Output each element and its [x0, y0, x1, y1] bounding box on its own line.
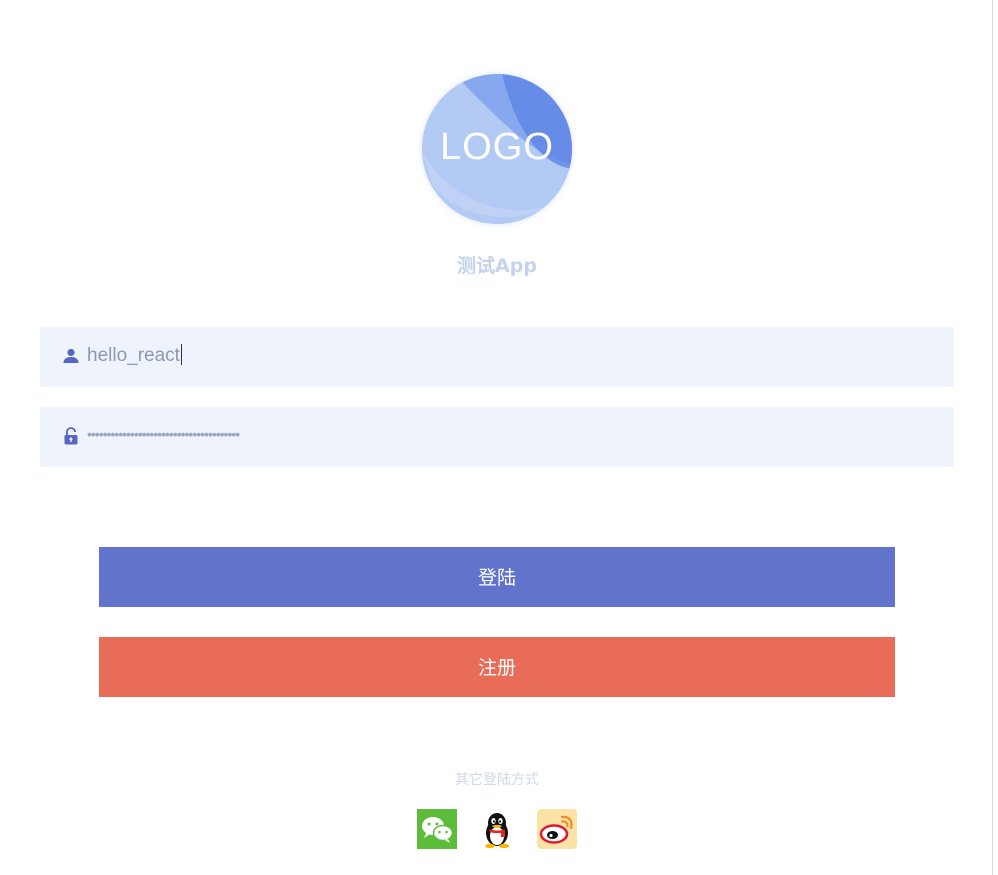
register-button[interactable]: 注册 [99, 637, 895, 697]
app-logo: LOGO [422, 74, 572, 224]
app-name: 测试App [457, 255, 537, 277]
unlock-icon [64, 427, 78, 445]
window-edge [992, 0, 993, 875]
username-input[interactable]: hello_react [87, 344, 182, 368]
qq-login-button[interactable] [477, 809, 517, 849]
username-field[interactable]: hello_react [40, 327, 954, 387]
wechat-icon [417, 809, 457, 849]
qq-penguin-icon [485, 813, 509, 849]
login-button[interactable]: 登陆 [99, 547, 895, 607]
weibo-login-button[interactable] [537, 809, 577, 849]
user-icon [63, 348, 79, 363]
text-caret [180, 344, 182, 365]
login-page: LOGO 测试App hello_react •••••••••••••••••… [0, 0, 998, 875]
logo-text: LOGO [440, 126, 554, 168]
password-input[interactable]: ••••••••••••••••••••••••••••••••••••••• [87, 422, 240, 446]
other-login-label: 其它登陆方式 [455, 772, 539, 788]
wechat-login-button[interactable] [417, 809, 457, 849]
weibo-icon [537, 809, 577, 849]
password-field[interactable]: ••••••••••••••••••••••••••••••••••••••• [40, 407, 954, 467]
username-value: hello_react [87, 345, 180, 366]
